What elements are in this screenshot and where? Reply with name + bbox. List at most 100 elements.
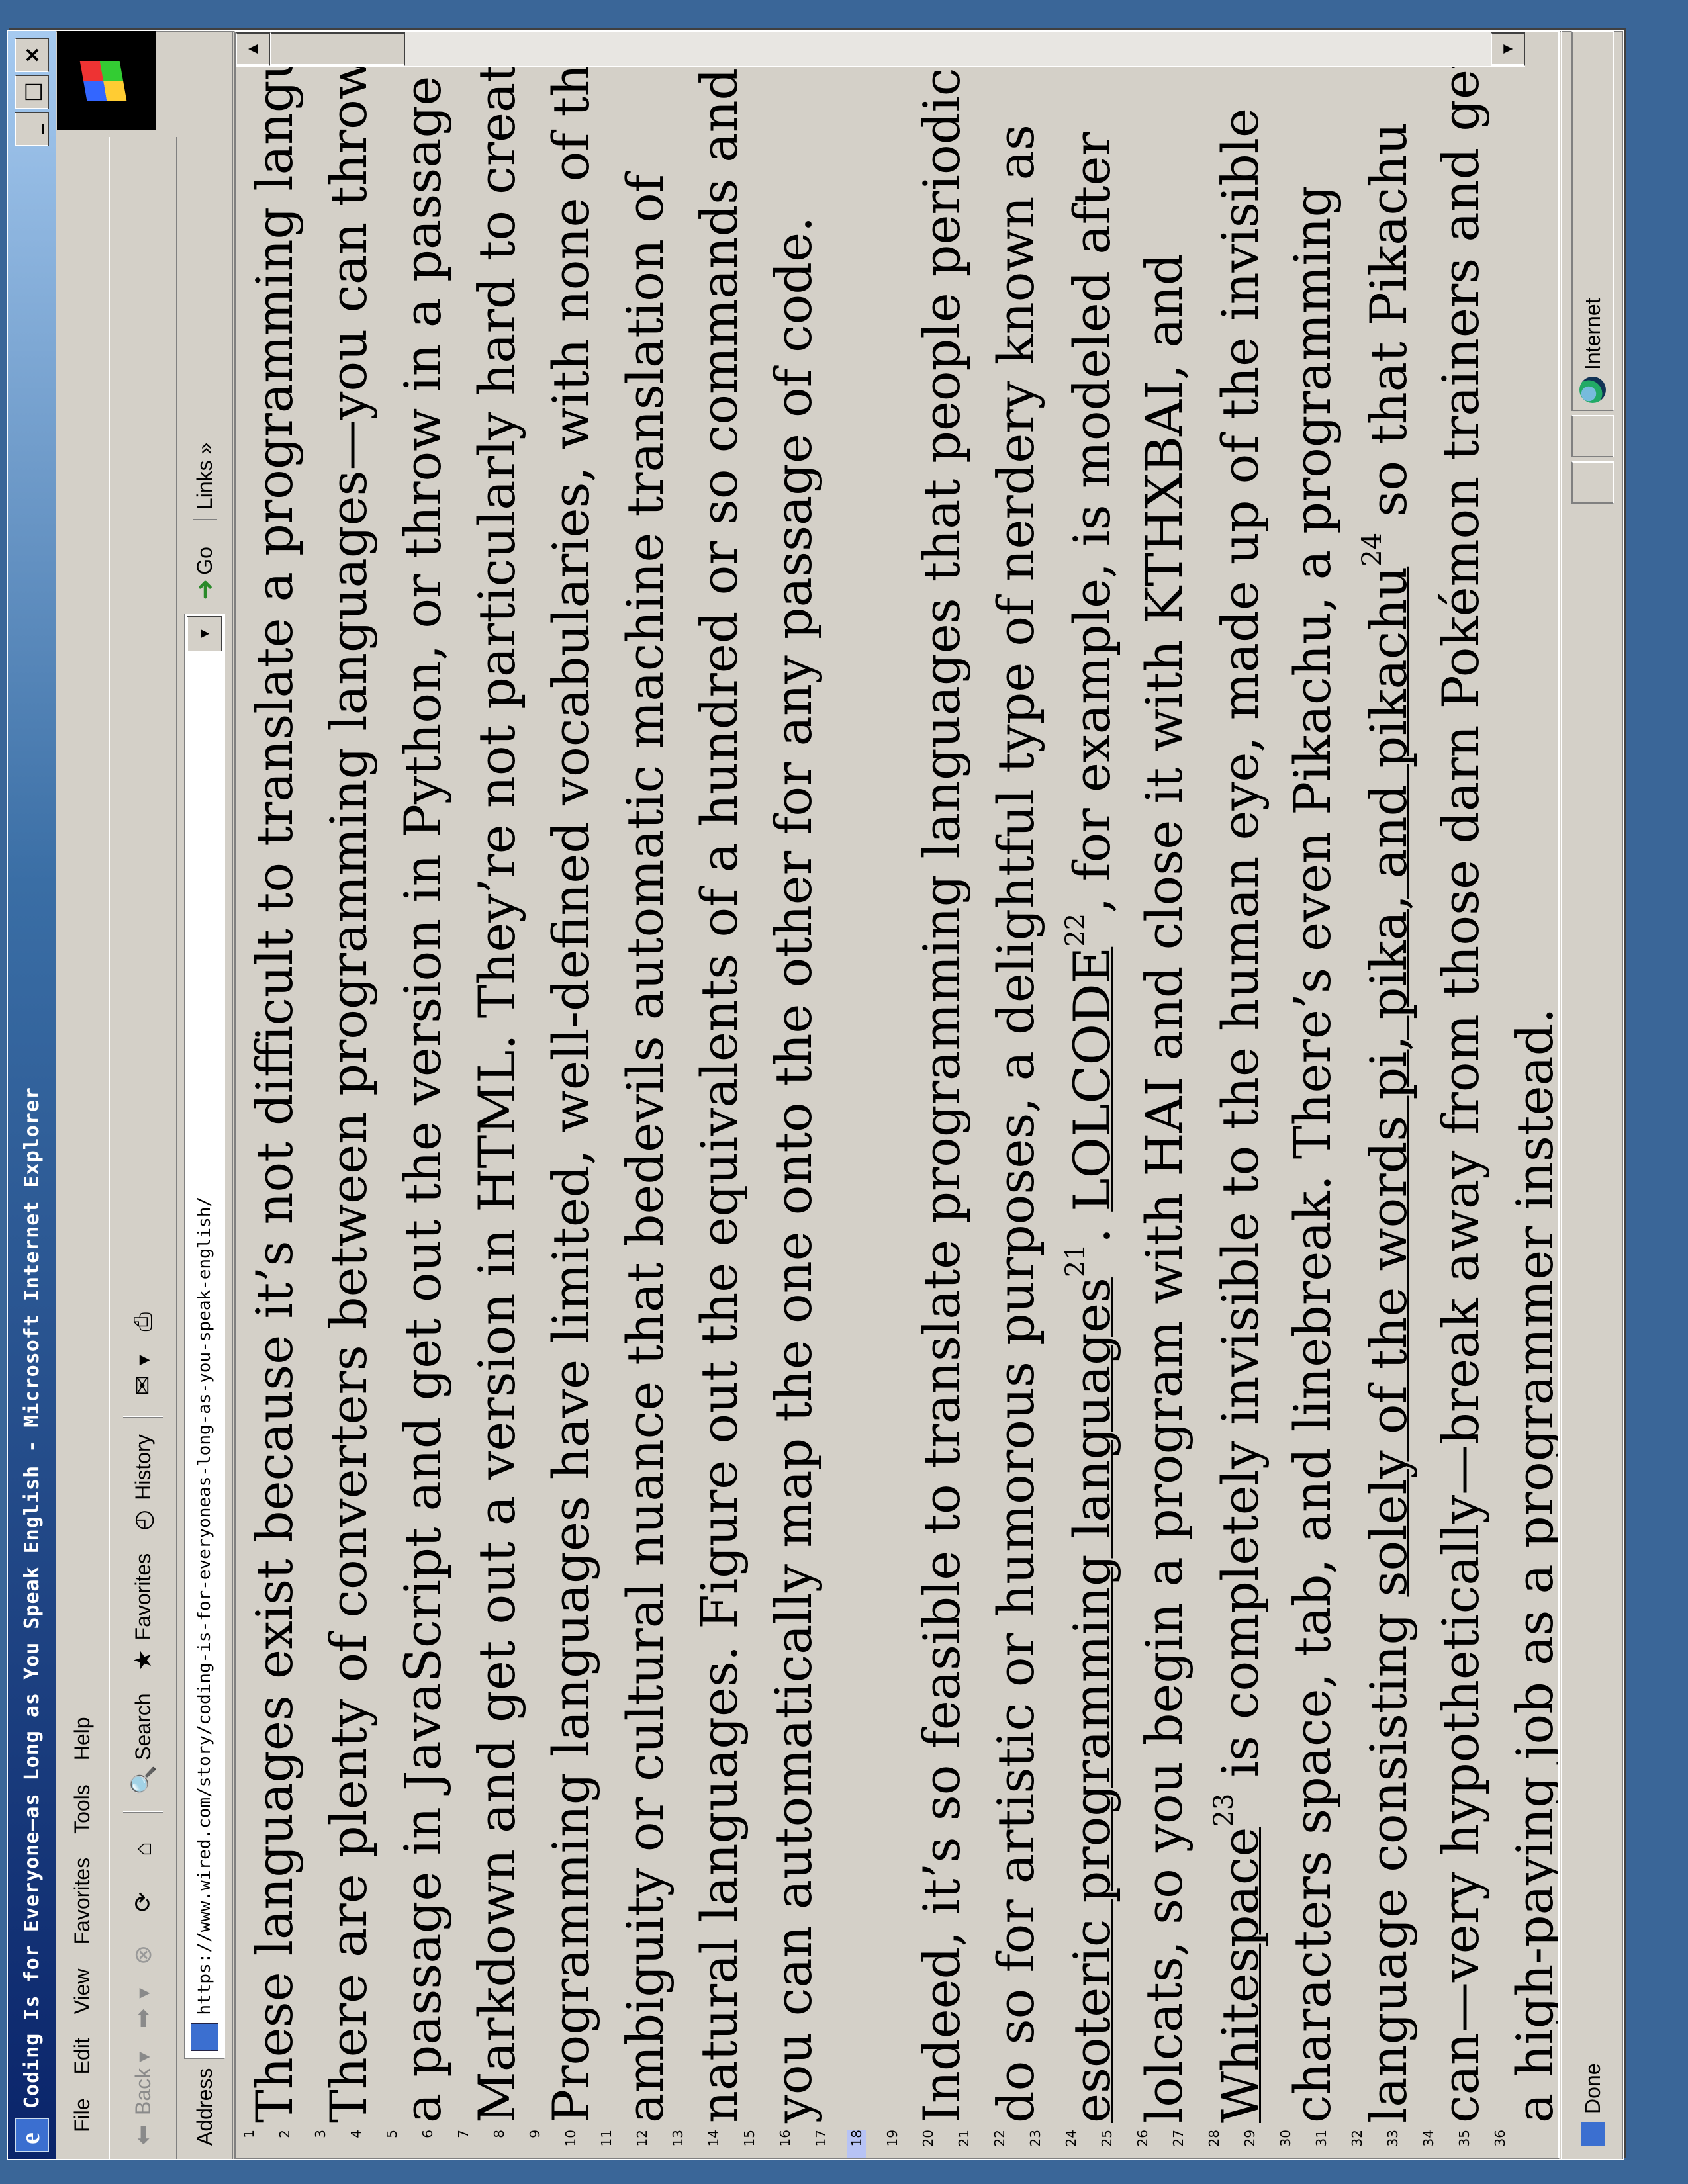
text-span: lolcats, so you begin a program with HAI… [1135,253,1194,2123]
globe-icon [1579,377,1606,403]
status-panel [1571,461,1614,504]
close-button[interactable]: × [15,38,49,72]
links-button[interactable]: Links » [192,442,217,521]
favorites-button[interactable]: ★ Favorites [128,1553,158,1675]
refresh-button[interactable]: ⟳ [128,1882,158,1917]
text-line: Whitespace23 is completely invisible to … [1209,108,1270,2123]
window-title: Coding Is for Everyone—as Long as You Sp… [20,1087,44,2109]
line-number: 29 [1242,2130,1258,2147]
footnote-link[interactable]: solely of the words pi, pika, and pikach… [1359,567,1418,1597]
status-done: Done [1581,504,1605,2146]
footnote-number: 21 [1060,1244,1091,1278]
windows-flag-icon [79,61,127,101]
text-line: Indeed, it’s so feasible to translate pr… [912,31,971,2123]
line-number: 28 [1206,2130,1222,2147]
scroll-down-arrow-icon[interactable]: ▼ [1491,32,1525,66]
line-number: 2 [277,2130,293,2138]
forward-arrow-icon: ➡ [129,2008,156,2028]
text-span: can—very hypothetically—break away from … [1431,49,1490,2123]
text-line: you can automatically map the one onto t… [764,216,823,2123]
stop-button[interactable]: ⊗ [128,1935,158,1970]
ie-icon [15,2118,49,2152]
address-dropdown-button[interactable]: ▼ [187,615,222,652]
line-number: 4 [348,2130,364,2138]
text-line: a passage in JavaScript and get out the … [393,31,452,2123]
footnote-link[interactable]: LOLCODE [1062,947,1121,1212]
forward-button[interactable]: ➡ ▾ [128,1988,158,2033]
browser-window: Coding Is for Everyone—as Long as You Sp… [7,30,1624,2160]
maximize-button[interactable]: □ [15,75,49,109]
text-line: ambiguity or cultural nuance that bedevi… [616,174,675,2123]
text-span: Indeed, it’s so feasible to translate pr… [912,31,971,2123]
page-icon [191,2023,218,2051]
footnote-link[interactable]: esoteric programming languages [1062,1277,1121,2123]
menu-view[interactable]: View [70,1969,95,2015]
line-number: 36 [1492,2130,1508,2147]
home-icon: ⌂ [129,1841,156,1856]
text-span: a high-paying job as a programmer instea… [1505,1007,1560,2123]
window-controls: _ □ × [15,38,49,146]
address-box: ▼ [184,613,225,2059]
line-number: 1 [241,2130,257,2138]
history-label: History [130,1434,155,1500]
line-number: 14 [706,2130,722,2147]
home-button[interactable]: ⌂ [128,1829,158,1864]
line-number: 23 [1027,2130,1043,2147]
text-span: language consisting [1359,1596,1418,2123]
line-number: 16 [777,2130,793,2147]
go-button[interactable]: ➜ Go [190,547,220,600]
line-number: 26 [1135,2130,1150,2147]
line-number: 25 [1099,2130,1115,2147]
print-button[interactable]: ⎙ [128,1302,158,1336]
text-line: esoteric programming languages21. LOLCOD… [1060,132,1121,2123]
text-span: is completely invisible to the human eye… [1211,107,1270,1794]
menu-bar: File Edit View Favorites Tools Help [57,31,107,2159]
text-line: a high-paying job as a programmer instea… [1505,1007,1560,2123]
text-span: characters space, tab, and linebreak. Th… [1283,185,1342,2123]
text-line: These languages exist because it’s not d… [245,31,304,2123]
line-number: 6 [420,2130,436,2138]
history-button[interactable]: ◴ History [128,1434,158,1535]
address-input[interactable] [194,657,215,2017]
title-bar[interactable]: Coding Is for Everyone—as Long as You Sp… [8,31,56,2159]
footnote-link[interactable]: Whitespace [1211,1827,1270,2123]
toolbar-separator [123,1416,163,1419]
search-button[interactable]: 🔍 Search [128,1693,158,1795]
menu-edit[interactable]: Edit [70,2038,95,2074]
rotated-screen: Coding Is for Everyone—as Long as You Sp… [0,0,1688,2184]
minimize-button[interactable]: _ [15,112,49,146]
text-line: Markdown and get out a version in HTML. … [467,31,526,2123]
menu-favorites[interactable]: Favorites [70,1858,95,1945]
address-label: Address [192,2068,216,2146]
line-number: 17 [813,2130,829,2147]
toolbar-separator [123,1810,163,1813]
back-button[interactable]: ⬅ Back ▾ [128,2052,158,2150]
line-number: 11 [598,2130,614,2147]
menu-tools[interactable]: Tools [70,1784,95,1834]
line-number: 13 [670,2130,686,2147]
scroll-thumb[interactable] [270,32,405,66]
line-number: 8 [491,2130,507,2138]
vertical-scrollbar[interactable]: ▲ ▼ [236,32,1525,67]
scroll-up-arrow-icon[interactable]: ▲ [236,32,270,66]
mail-button[interactable]: ✉ ▾ [128,1355,158,1400]
text-line: do so for artistic or humorous purposes,… [986,124,1045,2123]
menu-file[interactable]: File [70,2098,95,2132]
menu-help[interactable]: Help [70,1717,95,1760]
history-icon: ◴ [129,1510,156,1531]
line-number-gutter: 1 2 3 4 5 6 7 8 9 10 11 12 13 14 15 16 17 18 19 20 21 22 23 24 2… [236,2124,1526,2158]
text-span: do so for artistic or humorous purposes,… [986,124,1045,2123]
security-zone: Internet [1571,31,1614,411]
line-number: 19 [884,2130,900,2147]
line-number: 18 [847,2130,866,2158]
line-number: 5 [384,2130,400,2138]
back-arrow-icon: ⬅ [129,2124,156,2146]
line-number: 10 [563,2130,579,2147]
footnote-number: 24 [1357,532,1387,567]
windows-logo-throbber [57,31,156,130]
print-icon: ⎙ [128,1312,156,1332]
page-done-icon [1581,2122,1605,2146]
text-line: natural languages. Figure out the equiva… [690,68,749,2123]
line-number: 27 [1170,2130,1186,2147]
line-number: 34 [1421,2130,1436,2147]
